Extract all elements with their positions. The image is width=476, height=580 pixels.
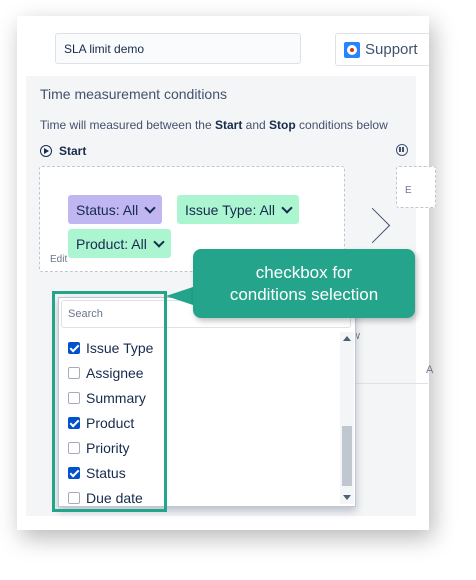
- scroll-thumb[interactable]: [342, 426, 352, 486]
- play-icon: [40, 145, 52, 157]
- scrollbar[interactable]: [340, 332, 354, 504]
- stop-conditions-box: E: [396, 166, 436, 208]
- callout-line-2: conditions selection: [229, 284, 379, 304]
- section-description: Time will measured between the Start and…: [40, 118, 388, 132]
- support-icon: [344, 41, 360, 58]
- scroll-up-icon[interactable]: [343, 336, 351, 341]
- edit-link[interactable]: Edit: [50, 254, 67, 265]
- option-due-date[interactable]: Due date: [68, 488, 143, 508]
- start-label: Start: [59, 144, 87, 158]
- option-assignee[interactable]: Assignee: [68, 363, 144, 383]
- annotation-callout: checkbox for conditions selection: [193, 249, 415, 318]
- support-label: Support: [365, 41, 418, 58]
- product-chip[interactable]: Product: All: [68, 229, 171, 258]
- section-title: Time measurement conditions: [40, 86, 228, 102]
- option-issue-type[interactable]: Issue Type: [68, 338, 153, 358]
- checkbox[interactable]: [68, 467, 80, 479]
- checkbox[interactable]: [68, 492, 80, 504]
- conditions-dropdown: Issue Type Assignee Summary Product Prio…: [58, 297, 356, 507]
- issue-type-chip[interactable]: Issue Type: All: [177, 195, 300, 224]
- checkbox[interactable]: [68, 392, 80, 404]
- pause-icon: [396, 144, 408, 156]
- option-product[interactable]: Product: [68, 413, 134, 433]
- chevron-down-icon: [144, 201, 156, 214]
- checkbox[interactable]: [68, 342, 80, 354]
- callout-line-1: checkbox for: [255, 262, 353, 282]
- chevron-down-icon: [281, 201, 293, 214]
- checkbox[interactable]: [68, 442, 80, 454]
- divider: [350, 383, 428, 384]
- checkbox[interactable]: [68, 367, 80, 379]
- sla-name-field[interactable]: SLA limit demo: [55, 33, 301, 64]
- status-chip[interactable]: Status: All: [68, 195, 163, 224]
- support-button[interactable]: Support: [335, 33, 429, 66]
- scroll-down-icon[interactable]: [343, 495, 351, 500]
- option-status[interactable]: Status: [68, 463, 126, 483]
- option-summary[interactable]: Summary: [68, 388, 146, 408]
- checkbox[interactable]: [68, 417, 80, 429]
- background-text: A: [426, 364, 434, 376]
- chevron-down-icon: [153, 235, 165, 248]
- callout-pointer: [166, 286, 196, 306]
- start-header: Start: [40, 144, 86, 158]
- option-priority[interactable]: Priority: [68, 438, 130, 458]
